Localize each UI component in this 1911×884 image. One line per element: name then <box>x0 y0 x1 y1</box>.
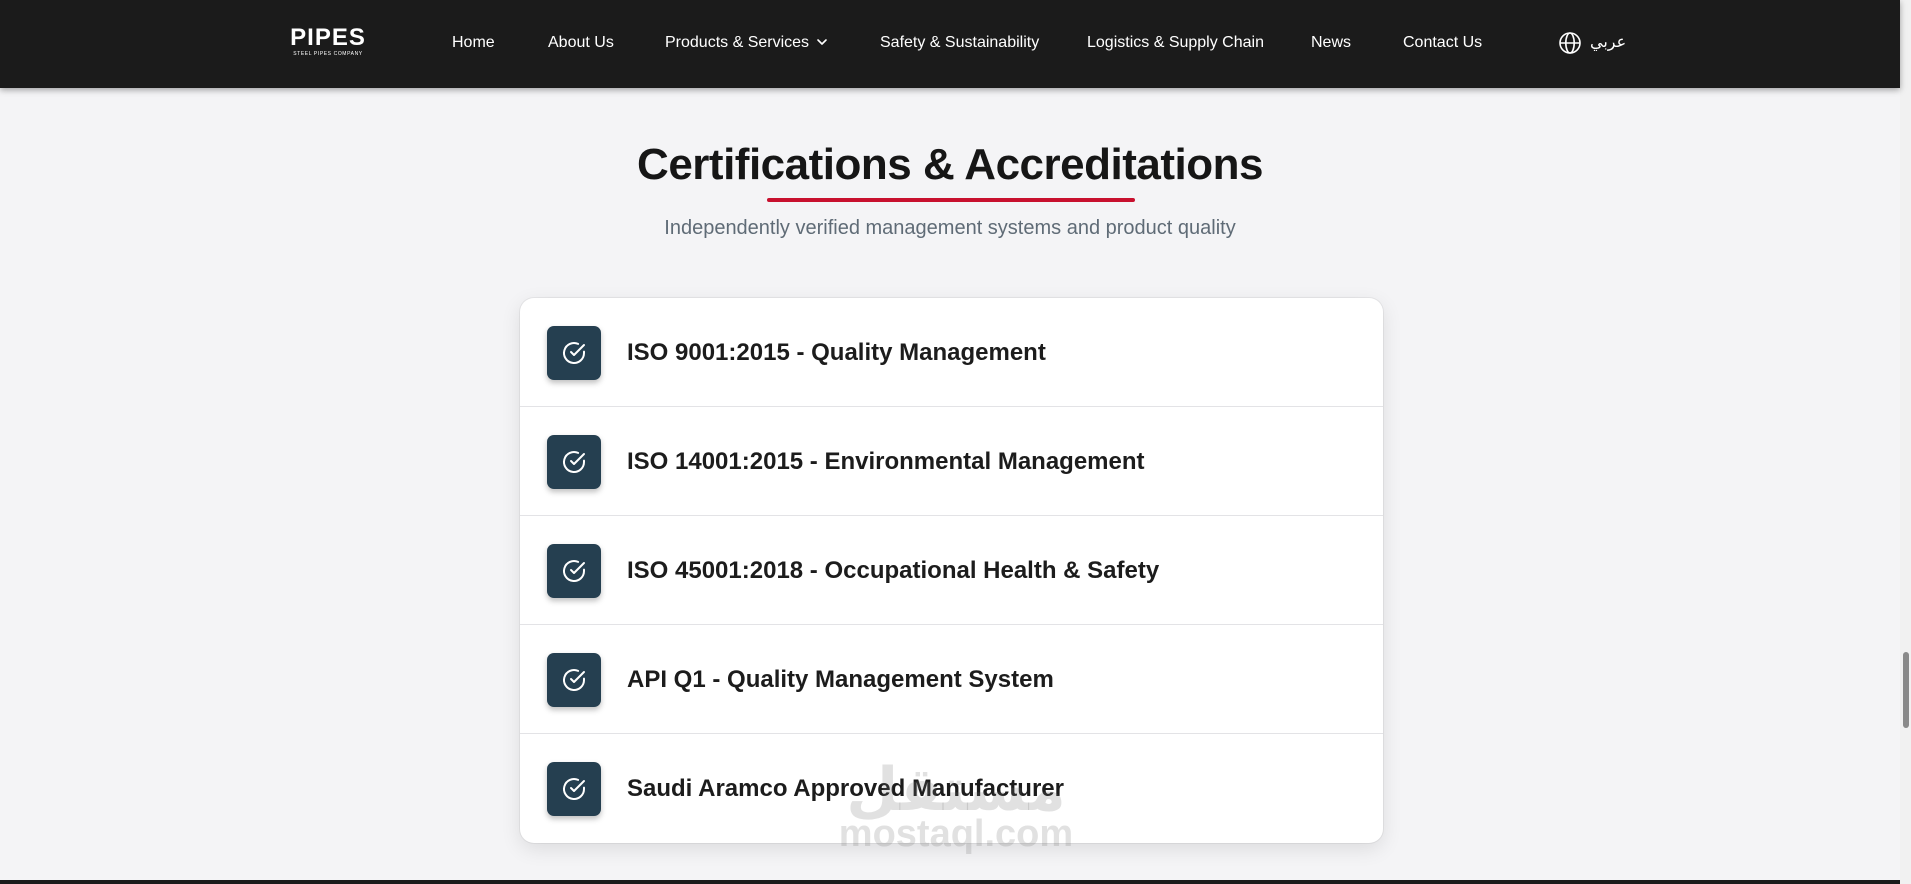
nav-home[interactable]: Home <box>452 33 495 53</box>
page-scrollbar[interactable] <box>1900 0 1911 884</box>
nav-contact-us[interactable]: Contact Us <box>1403 33 1482 53</box>
nav-safety-sustainability[interactable]: Safety & Sustainability <box>880 33 1039 53</box>
check-circle-icon <box>547 435 601 489</box>
chevron-down-icon <box>817 39 827 45</box>
nav-products-services-label: Products & Services <box>665 34 810 51</box>
language-switcher[interactable]: عربي <box>1558 31 1626 55</box>
check-circle-icon <box>547 326 601 380</box>
certification-label: ISO 14001:2015 - Environmental Managemen… <box>627 448 1145 475</box>
certification-item: API Q1 - Quality Management System <box>520 625 1383 734</box>
globe-icon <box>1559 32 1581 54</box>
nav-products-services[interactable]: Products & Services <box>665 33 829 53</box>
certification-label: ISO 45001:2018 - Occupational Health & S… <box>627 557 1160 584</box>
certification-item: ISO 45001:2018 - Occupational Health & S… <box>520 516 1383 625</box>
nav-news[interactable]: News <box>1311 33 1351 53</box>
logo-wordmark: PIPES <box>290 24 366 51</box>
page: PIPES STEEL PIPES COMPANY Home About Us … <box>0 0 1911 884</box>
top-navigation-bar: PIPES STEEL PIPES COMPANY Home About Us … <box>0 0 1900 88</box>
nav-logistics-supply-chain[interactable]: Logistics & Supply Chain <box>1087 33 1264 53</box>
section-subtitle: Independently verified management system… <box>664 217 1236 239</box>
check-circle-icon <box>547 653 601 707</box>
scrollbar-thumb[interactable] <box>1903 652 1909 728</box>
certification-item: Saudi Aramco Approved Manufacturer <box>520 734 1383 843</box>
footer-edge <box>0 880 1900 884</box>
check-circle-icon <box>547 544 601 598</box>
certification-item: ISO 9001:2015 - Quality Management <box>520 298 1383 407</box>
logo-tagline: STEEL PIPES COMPANY <box>293 51 363 57</box>
certification-item: ISO 14001:2015 - Environmental Managemen… <box>520 407 1383 516</box>
section-title: Certifications & Accreditations <box>637 140 1263 189</box>
nav-about-us[interactable]: About Us <box>548 33 614 53</box>
certification-label: Saudi Aramco Approved Manufacturer <box>627 775 1064 802</box>
certification-label: API Q1 - Quality Management System <box>627 666 1054 693</box>
title-underline <box>767 198 1135 202</box>
certifications-card: ISO 9001:2015 - Quality Management ISO 1… <box>520 298 1383 843</box>
check-circle-icon <box>547 762 601 816</box>
pipes-logo[interactable]: PIPES STEEL PIPES COMPANY <box>289 24 367 58</box>
language-label: عربي <box>1590 34 1627 51</box>
certification-label: ISO 9001:2015 - Quality Management <box>627 339 1046 366</box>
